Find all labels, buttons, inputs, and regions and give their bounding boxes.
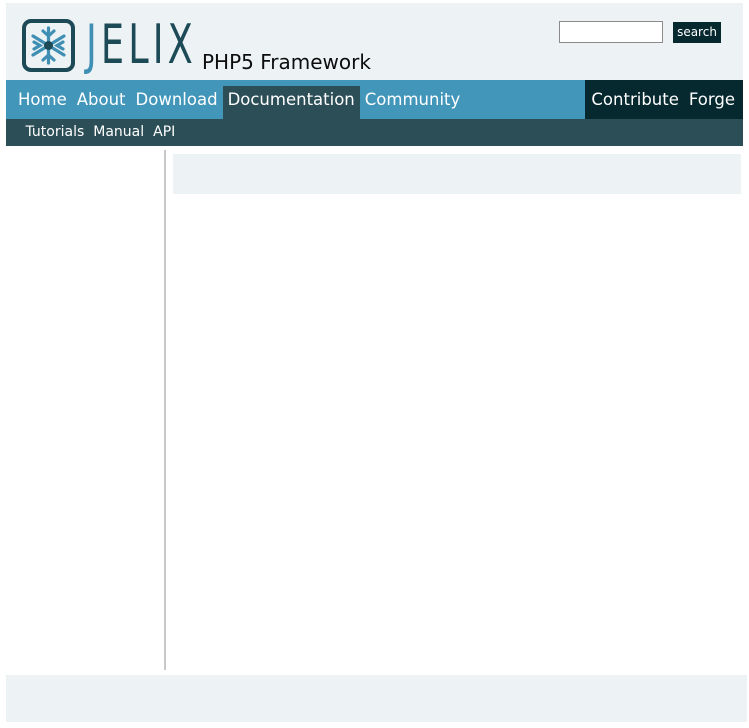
nav-item-documentation[interactable]: Documentation bbox=[222, 86, 360, 119]
sub-navigation: Tutorials Manual API bbox=[6, 119, 743, 146]
nav-item-contribute[interactable]: Contribute bbox=[586, 80, 683, 119]
sidebar bbox=[6, 150, 166, 670]
nav-item-forge[interactable]: Forge bbox=[684, 80, 743, 119]
jelix-logo-icon[interactable] bbox=[22, 19, 75, 72]
main-nav-right: Contribute Forge bbox=[585, 80, 743, 119]
jelix-wordmark[interactable]: JELIX bbox=[86, 17, 197, 73]
site-footer bbox=[6, 675, 747, 722]
content-header-box bbox=[173, 154, 741, 194]
main-navigation: Home About Download Documentation Commun… bbox=[6, 80, 743, 119]
nav-item-download[interactable]: Download bbox=[131, 80, 223, 119]
search-input[interactable] bbox=[559, 21, 663, 43]
nav-item-about[interactable]: About bbox=[72, 80, 131, 119]
site-tagline: PHP5 Framework bbox=[202, 50, 371, 74]
site-header: JELIX PHP5 Framework search bbox=[6, 3, 743, 80]
nav-item-community[interactable]: Community bbox=[360, 80, 466, 119]
subnav-item-manual[interactable]: Manual bbox=[89, 119, 149, 146]
subnav-item-api[interactable]: API bbox=[149, 119, 180, 146]
nav-item-home[interactable]: Home bbox=[6, 80, 72, 119]
logo-letters-elix: ELIX bbox=[100, 13, 197, 76]
logo-letter-j: J bbox=[86, 13, 101, 76]
subnav-item-tutorials[interactable]: Tutorials bbox=[21, 119, 89, 146]
main-nav-left: Home About Download Documentation Commun… bbox=[6, 80, 465, 119]
search-button[interactable]: search bbox=[673, 22, 721, 43]
